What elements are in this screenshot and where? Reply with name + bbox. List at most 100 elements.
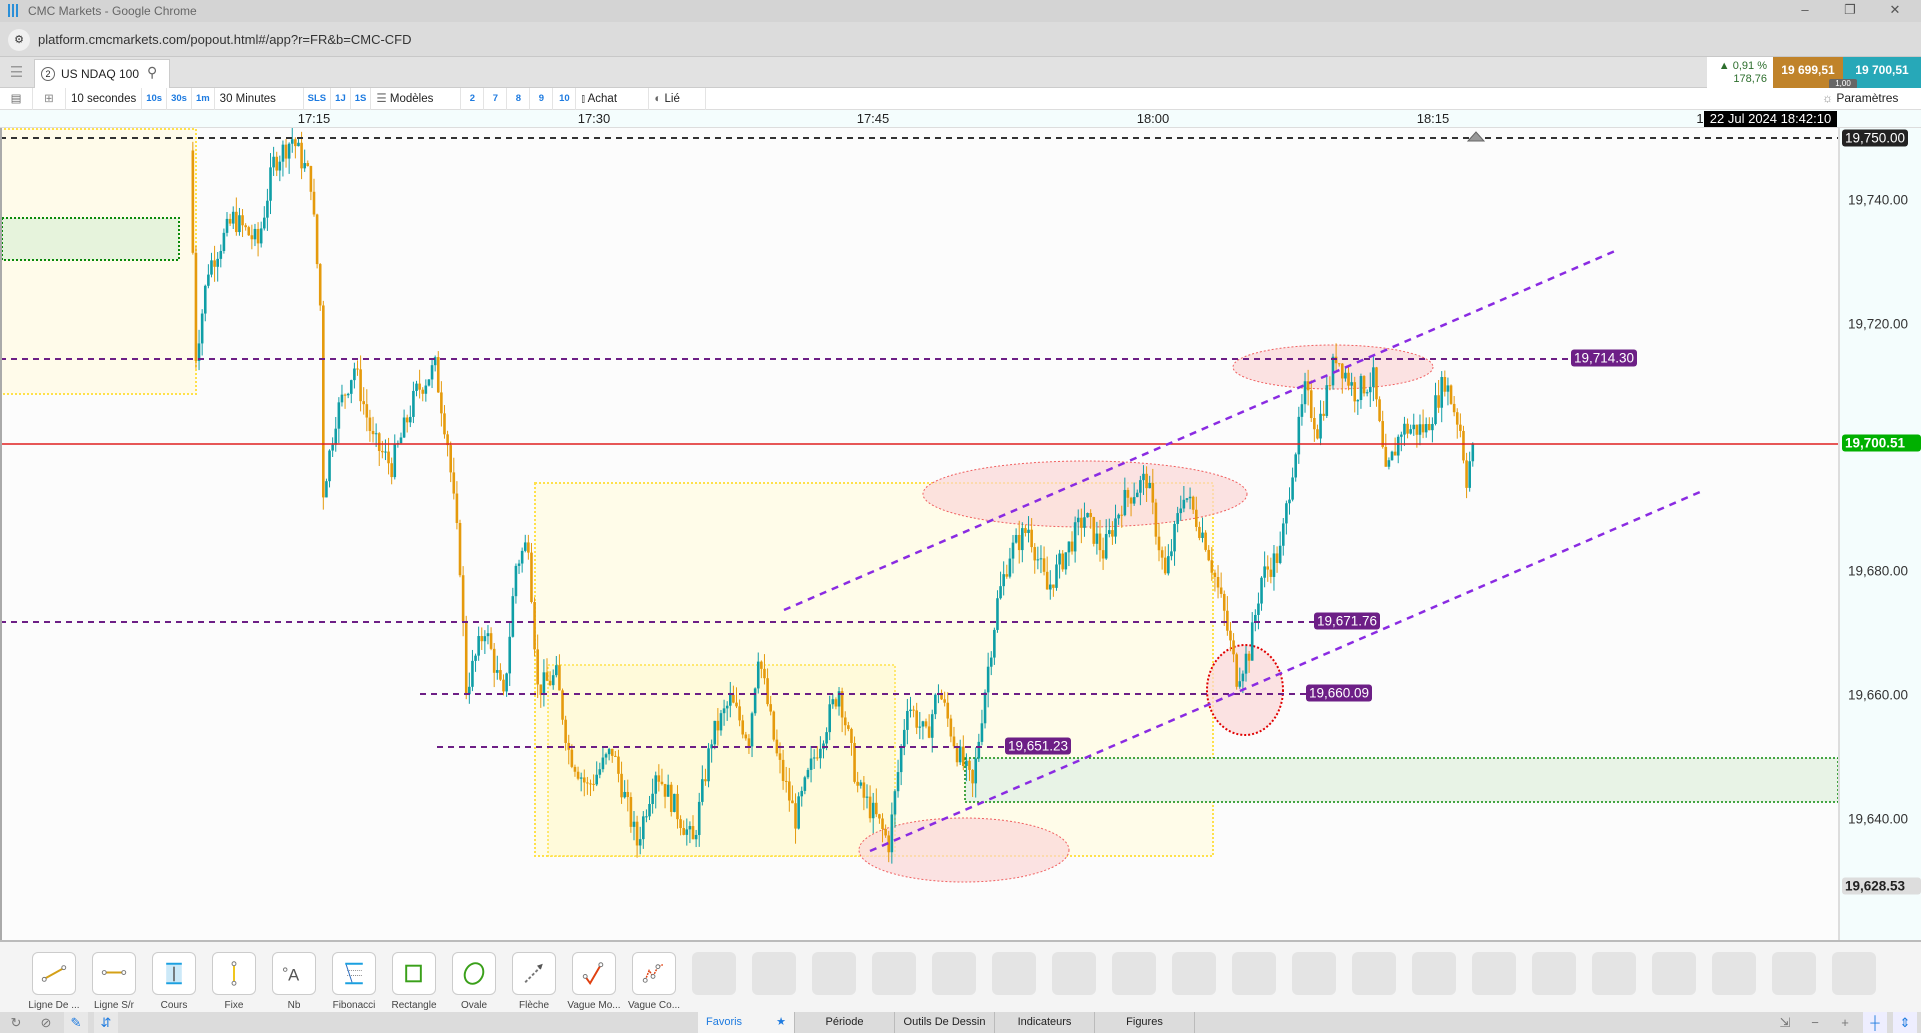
candle-body	[1111, 530, 1114, 537]
candle-body	[1058, 553, 1061, 565]
level-label[interactable]: 19,651.23	[1005, 737, 1072, 755]
tab-favoris[interactable]: Favoris ★	[698, 1012, 795, 1033]
count-9[interactable]: 9	[530, 87, 554, 110]
range-sls[interactable]: SLS	[304, 87, 332, 110]
refresh-icon[interactable]: ↻	[4, 1012, 28, 1033]
range-1s[interactable]: 1S	[351, 87, 372, 110]
candle-body	[533, 601, 536, 650]
crosshair-icon[interactable]: ┼	[1863, 1012, 1887, 1033]
instrument-tab[interactable]: 2 US NDAQ 100 ⚲	[34, 59, 170, 88]
tool-oval-button[interactable]	[452, 952, 496, 995]
candle-body	[337, 402, 341, 429]
candle-body	[1372, 367, 1375, 387]
candle-body	[402, 417, 406, 438]
site-settings-icon[interactable]: ⚙	[8, 29, 30, 51]
candle-body	[592, 783, 595, 785]
range-1j[interactable]: 1J	[331, 87, 351, 110]
search-icon[interactable]: ⚲	[147, 64, 157, 81]
candle-body	[393, 444, 397, 478]
restore-button[interactable]: ❐	[1835, 2, 1865, 18]
chart-area[interactable]: 19,714.30 19,671.76 19,660.09 19,651.23	[0, 128, 1838, 940]
candle-body	[297, 142, 300, 147]
count-10[interactable]: 10	[553, 87, 577, 110]
tool-vertical-line-button[interactable]	[212, 952, 256, 995]
candle-body	[353, 368, 356, 381]
interval-30s[interactable]: 30s	[167, 87, 192, 110]
linked-button[interactable]: ◐ Lié	[649, 87, 707, 110]
sr-line-icon	[101, 970, 127, 975]
tool-fibonacci-button[interactable]	[332, 952, 376, 995]
empty-tool-slot	[932, 952, 976, 995]
pencil-icon[interactable]: ✎	[64, 1012, 88, 1033]
interval-1m[interactable]: 1m	[192, 87, 215, 110]
chart-canvas[interactable]	[2, 128, 1838, 940]
candle-body	[331, 444, 334, 451]
candle-body	[1421, 424, 1425, 433]
highlight-ellipse	[858, 817, 1070, 883]
candle-body	[1157, 536, 1161, 551]
candle-body	[1160, 550, 1164, 558]
price-axis[interactable]: 19,750.00 19,740.00 19,720.00 19,700.51 …	[1838, 128, 1921, 940]
level-label[interactable]: 19,671.76	[1314, 612, 1381, 630]
range-select[interactable]: 30 Minutes	[215, 87, 304, 110]
tool-price-range-button[interactable]	[152, 952, 196, 995]
fit-icon[interactable]: ⇲	[1773, 1012, 1797, 1033]
candle-body	[1412, 424, 1416, 430]
candle-body	[318, 264, 322, 306]
candle-body	[527, 542, 530, 553]
candle-body	[1030, 529, 1033, 548]
tool-wave-complex-button[interactable]	[632, 952, 676, 995]
tool-label: Vague Co...	[627, 1000, 681, 1011]
candle-body	[387, 451, 390, 464]
zoom-out-icon[interactable]: −	[1803, 1012, 1827, 1033]
settings-button[interactable]: ☼ Paramètres	[1822, 91, 1898, 105]
candle-body	[893, 791, 897, 815]
candle-body	[530, 552, 533, 602]
url-text[interactable]: platform.cmcmarkets.com/popout.html#/app…	[38, 32, 412, 47]
candle-body	[1291, 477, 1294, 500]
sort-icon[interactable]: ⇵	[94, 1012, 118, 1033]
level-label[interactable]: 19,714.30	[1571, 349, 1638, 367]
layout-icon[interactable]: ⊞	[33, 87, 66, 110]
candle-body	[1409, 429, 1412, 434]
close-button[interactable]: ✕	[1880, 2, 1910, 18]
level-label[interactable]: 19,660.09	[1306, 684, 1373, 702]
tool-wave-button[interactable]	[572, 952, 616, 995]
address-bar[interactable]: ⚙ platform.cmcmarkets.com/popout.html#/a…	[0, 22, 1921, 57]
candle-body	[691, 826, 695, 840]
candle-body	[1263, 566, 1266, 578]
interval-select[interactable]: 10 secondes	[66, 87, 143, 110]
candle-body	[480, 636, 484, 642]
tool-text-button[interactable]: A	[272, 952, 316, 995]
count-8[interactable]: 8	[507, 87, 531, 110]
minimize-button[interactable]: –	[1790, 2, 1820, 17]
chart-type-button[interactable]: ⫾ Achat	[576, 87, 650, 110]
vertical-scale-icon[interactable]: ⇕	[1893, 1012, 1917, 1033]
candle-body	[1471, 444, 1475, 462]
tool-rectangle-button[interactable]	[392, 952, 436, 995]
tool-arrow-button[interactable]	[512, 952, 556, 995]
tool-trend-line-button[interactable]	[32, 952, 76, 995]
tab-figures[interactable]: Figures	[1095, 1012, 1195, 1033]
tab-indicateurs[interactable]: Indicateurs	[995, 1012, 1095, 1033]
interval-10s[interactable]: 10s	[142, 87, 168, 110]
rectangle-icon	[405, 964, 422, 983]
candle-body	[225, 218, 229, 233]
menu-icon[interactable]: ☰	[0, 57, 33, 88]
tab-periode[interactable]: Période	[795, 1012, 895, 1033]
models-button[interactable]: ☰ Modèles	[371, 87, 462, 110]
count-7[interactable]: 7	[484, 87, 508, 110]
tool-sr-line-button[interactable]	[92, 952, 136, 995]
count-2[interactable]: 2	[461, 87, 485, 110]
candle-body	[595, 774, 599, 785]
price-tick: 19,680.00	[1848, 563, 1909, 579]
tab-outils-de-dessin[interactable]: Outils De Dessin	[895, 1012, 995, 1033]
candle-body	[1055, 564, 1058, 588]
candle-body	[573, 766, 577, 772]
linked-label: Lié	[664, 92, 680, 105]
list-icon[interactable]: ▤	[0, 87, 33, 110]
candle-body	[610, 748, 614, 756]
zoom-in-icon[interactable]: +	[1833, 1012, 1857, 1033]
candle-body	[207, 274, 210, 286]
clear-icon[interactable]: ⊘	[34, 1012, 58, 1033]
